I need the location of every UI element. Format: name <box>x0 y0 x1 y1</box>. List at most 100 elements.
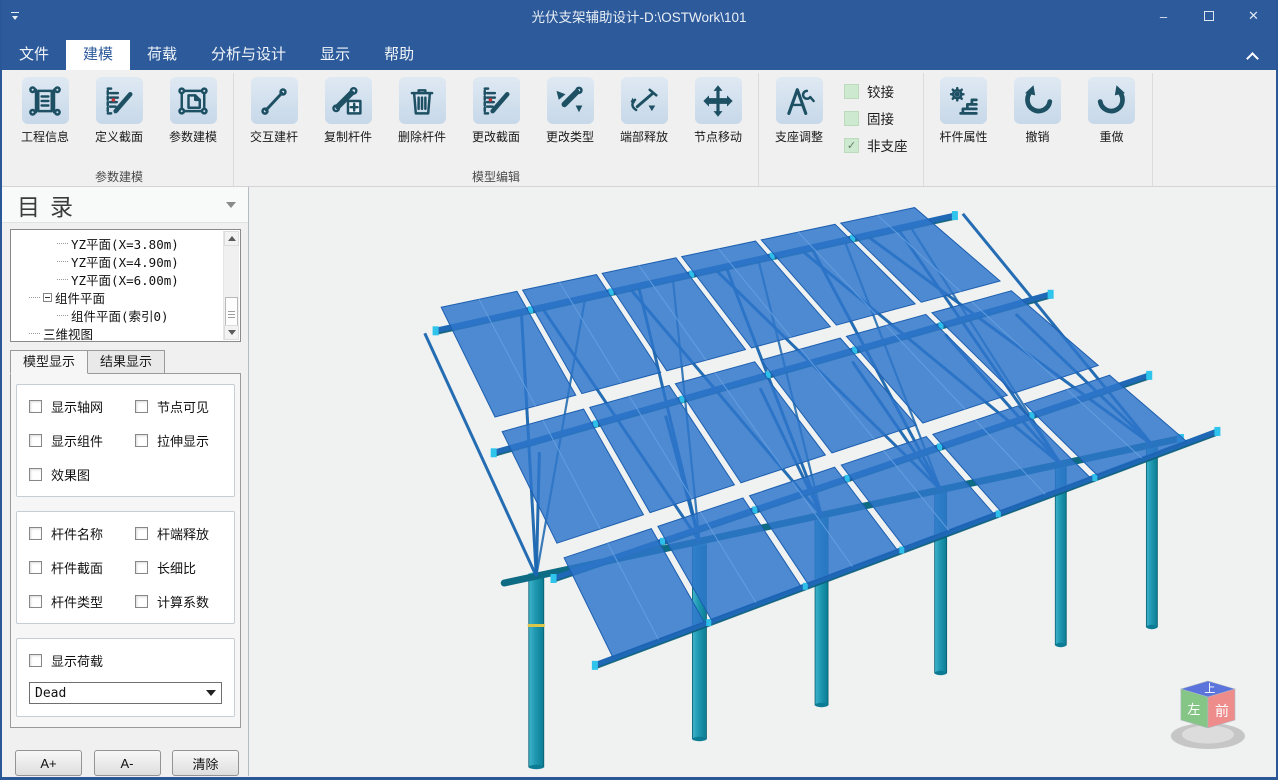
define-section-button[interactable]: 定义截面 <box>82 73 156 145</box>
button-label: 节点移动 <box>694 128 742 145</box>
checkbox[interactable] <box>135 561 148 574</box>
support-check-1[interactable]: 固接 <box>844 108 908 128</box>
checkbox-label: 非支座 <box>867 135 908 155</box>
tree-item-3[interactable]: 组件平面 <box>11 288 220 306</box>
show-load-checkbox[interactable] <box>29 654 42 667</box>
button-label: 端部释放 <box>620 128 668 145</box>
font-increase-button[interactable]: A+ <box>15 750 82 776</box>
checkbox[interactable] <box>135 527 148 540</box>
menubar: 文件建模荷载分析与设计显示帮助 <box>2 32 1276 70</box>
menu-tab-0[interactable]: 文件 <box>2 40 66 70</box>
change-type-button[interactable]: 更改类型 <box>533 73 607 145</box>
minimize-button[interactable]: – <box>1141 0 1186 32</box>
tree-item-4[interactable]: 组件平面(索引0) <box>11 306 220 324</box>
support-adjust-button[interactable]: 支座调整 <box>762 73 836 145</box>
sidebar-tab-1[interactable]: 结果显示 <box>88 350 165 374</box>
catalog-title: 目录 <box>17 188 83 222</box>
menu-tab-1[interactable]: 建模 <box>66 40 130 70</box>
change-section-icon <box>473 77 520 124</box>
checkbox-icon[interactable] <box>844 111 859 126</box>
tree-item-label: 组件平面 <box>55 288 105 307</box>
project-info-button[interactable]: 工程信息 <box>8 73 82 145</box>
checkbox[interactable] <box>29 468 42 481</box>
tree-item-2[interactable]: YZ平面(X=6.00m) <box>11 270 220 288</box>
scroll-down-button[interactable] <box>224 325 239 340</box>
support-adjust-icon <box>776 77 823 124</box>
copy-member-button[interactable]: 复制杆件 <box>311 73 385 145</box>
change-section-button[interactable]: 更改截面 <box>459 73 533 145</box>
tree-item-5[interactable]: 三维视图 <box>11 324 220 342</box>
catalog-dropdown-icon[interactable] <box>226 202 236 208</box>
display-options-group-2: 杆件名称杆端释放杆件截面长细比杆件类型计算系数 <box>16 511 235 624</box>
checkbox[interactable] <box>29 434 42 447</box>
checkbox[interactable] <box>135 434 148 447</box>
collapse-expander-icon[interactable] <box>43 293 52 302</box>
tree-item-0[interactable]: YZ平面(X=3.80m) <box>11 234 220 252</box>
close-button[interactable]: ✕ <box>1231 0 1276 32</box>
button-label: 删除杆件 <box>398 128 446 145</box>
button-label: 交互建杆 <box>250 128 298 145</box>
display-option: 计算系数 <box>135 592 228 611</box>
ribbon-group-2: 支座调整 铰接固接 ✓ 非支座 <box>759 73 924 186</box>
undo-button[interactable]: 撤销 <box>1001 73 1075 145</box>
load-case-dropdown[interactable]: Dead <box>29 682 222 704</box>
scroll-up-button[interactable] <box>224 231 239 246</box>
move-node-icon <box>695 77 742 124</box>
ribbon-toolbar: 工程信息定义截面参数建模参数建模交互建杆复制杆件删除杆件更改截面更改类型端部释放… <box>2 70 1276 187</box>
font-decrease-button[interactable]: A- <box>94 750 161 776</box>
display-option: 拉伸显示 <box>135 431 228 450</box>
checkbox[interactable] <box>135 400 148 413</box>
checkbox-label: 杆件名称 <box>51 524 103 543</box>
button-label: 工程信息 <box>21 128 69 145</box>
view-cube[interactable]: 上左前 <box>1171 681 1245 749</box>
sidebar-tab-0[interactable]: 模型显示 <box>10 350 88 374</box>
checkbox-icon[interactable]: ✓ <box>844 138 859 153</box>
window-title: 光伏支架辅助设计-D:\OSTWork\101 <box>2 6 1276 26</box>
checkbox-icon[interactable] <box>844 84 859 99</box>
load-display-group: 显示荷载 Dead <box>16 638 235 717</box>
ribbon-group-label: 模型编辑 <box>237 168 755 186</box>
draw-member-button[interactable]: 交互建杆 <box>237 73 311 145</box>
move-node-button[interactable]: 节点移动 <box>681 73 755 145</box>
parametric-model-button[interactable]: 参数建模 <box>156 73 230 145</box>
draw-member-icon <box>251 77 298 124</box>
button-label: 支座调整 <box>775 128 823 145</box>
parametric-model-icon <box>170 77 217 124</box>
redo-button[interactable]: 重做 <box>1075 73 1149 145</box>
support-check-2[interactable]: ✓ 非支座 <box>844 135 908 155</box>
tree-item-label: YZ平面(X=6.00m) <box>71 270 179 289</box>
menu-tab-3[interactable]: 分析与设计 <box>194 40 303 70</box>
support-checkbox-column: 铰接固接 ✓ 非支座 <box>836 73 920 155</box>
3d-viewport[interactable]: 上左前 <box>249 187 1276 776</box>
display-option: 杆件类型 <box>29 592 135 611</box>
load-case-value: Dead <box>35 686 66 701</box>
checkbox[interactable] <box>135 595 148 608</box>
checkbox[interactable] <box>29 595 42 608</box>
tree-item-label: YZ平面(X=3.80m) <box>71 234 179 253</box>
button-label: 重做 <box>1099 128 1123 145</box>
tree-item-1[interactable]: YZ平面(X=4.90m) <box>11 252 220 270</box>
sidebar: 目录 YZ平面(X=3.80m)YZ平面(X=4.90m)YZ平面(X=6.00… <box>2 187 249 776</box>
member-props-button[interactable]: 杆件属性 <box>927 73 1001 145</box>
checkbox[interactable] <box>29 527 42 540</box>
checkbox[interactable] <box>29 400 42 413</box>
menu-tab-2[interactable]: 荷载 <box>130 40 194 70</box>
display-option: 杆件名称 <box>29 524 135 543</box>
support-check-0[interactable]: 铰接 <box>844 81 908 101</box>
menu-tab-4[interactable]: 显示 <box>303 40 367 70</box>
end-release-button[interactable]: 端部释放 <box>607 73 681 145</box>
button-label: 撤销 <box>1025 128 1049 145</box>
undo-icon <box>1014 77 1061 124</box>
ribbon-collapse-icon[interactable] <box>1248 51 1258 61</box>
checkbox[interactable] <box>29 561 42 574</box>
clear-button[interactable]: 清除 <box>172 750 239 776</box>
checkbox-label: 杆端释放 <box>157 524 209 543</box>
delete-member-icon <box>399 77 446 124</box>
maximize-button[interactable] <box>1186 0 1231 32</box>
menu-tab-5[interactable]: 帮助 <box>367 40 431 70</box>
delete-member-button[interactable]: 删除杆件 <box>385 73 459 145</box>
3d-scene[interactable]: 上左前 <box>249 187 1276 776</box>
button-label: 复制杆件 <box>324 128 372 145</box>
quick-access-toolbar-icon[interactable] <box>10 11 22 21</box>
show-load-label: 显示荷载 <box>51 651 103 670</box>
